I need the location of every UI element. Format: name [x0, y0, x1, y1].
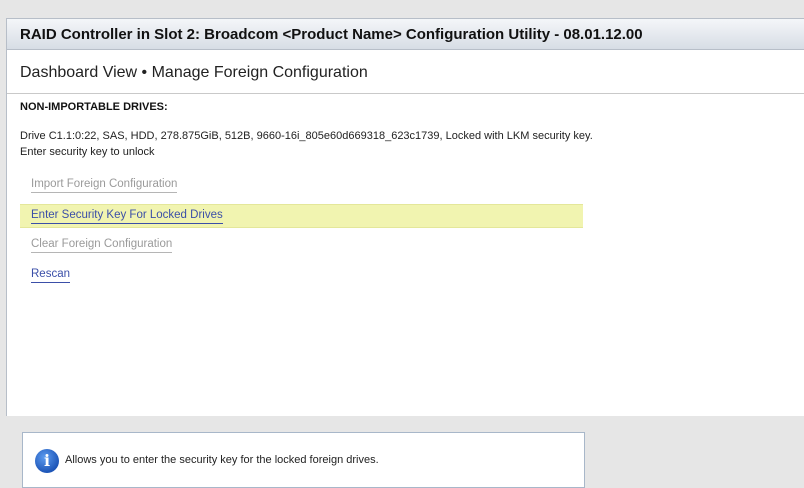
help-panel: i Allows you to enter the security key f…: [22, 432, 585, 488]
non-importable-drives-label: NON-IMPORTABLE DRIVES:: [20, 101, 168, 113]
clear-foreign-configuration-link[interactable]: Clear Foreign Configuration: [20, 234, 173, 258]
help-text: Allows you to enter the security key for…: [65, 454, 379, 466]
main-panel: Dashboard View • Manage Foreign Configur…: [6, 50, 804, 416]
info-icon: i: [35, 449, 59, 473]
page-title: Dashboard View • Manage Foreign Configur…: [20, 64, 368, 81]
import-foreign-configuration-link[interactable]: Import Foreign Configuration: [20, 174, 178, 198]
rescan-link[interactable]: Rescan: [20, 264, 70, 288]
window-title: RAID Controller in Slot 2: Broadcom <Pro…: [6, 18, 804, 50]
enter-security-key-link[interactable]: Enter Security Key For Locked Drives: [20, 204, 583, 228]
drive-info-text: Drive C1.1:0:22, SAS, HDD, 278.875GiB, 5…: [20, 130, 593, 158]
action-label: Clear Foreign Configuration: [31, 238, 173, 253]
heading-divider: [7, 93, 804, 94]
action-label: Enter Security Key For Locked Drives: [31, 209, 223, 224]
action-label: Rescan: [31, 268, 70, 283]
action-label: Import Foreign Configuration: [31, 178, 178, 193]
